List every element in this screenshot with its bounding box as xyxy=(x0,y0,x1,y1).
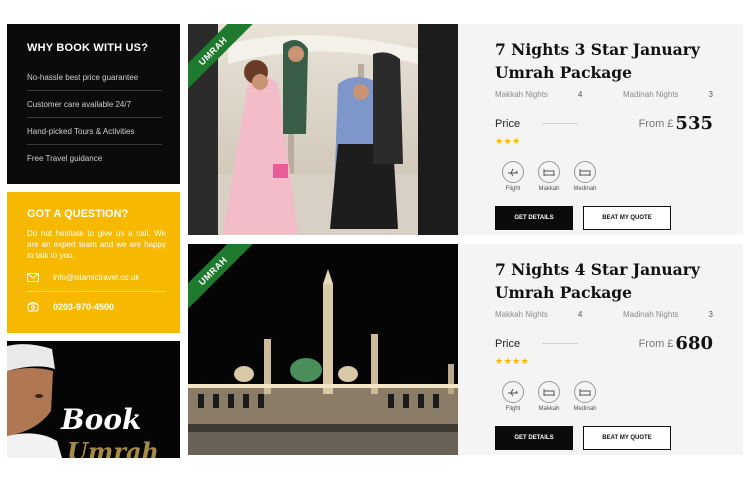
amenity-label: Flight xyxy=(505,186,521,192)
package-title-line-2[interactable]: Umrah Package xyxy=(495,61,713,84)
package-title-line-1[interactable]: 7 Nights 4 Star January xyxy=(495,258,713,281)
price-from: From £ xyxy=(638,337,674,350)
madinah-nights-value: 3 xyxy=(708,90,713,99)
button-row: GET DETAILS BEAT MY QUOTE xyxy=(495,206,713,230)
email-row[interactable]: info@islamictravel.co.uk xyxy=(27,273,166,292)
plane-icon xyxy=(502,161,524,183)
makkah-nights: Makkah Nights 4 xyxy=(495,90,582,99)
amenity-makkah: Makkah xyxy=(531,161,567,192)
makkah-nights-label: Makkah Nights xyxy=(495,90,548,99)
madinah-nights-value: 3 xyxy=(708,310,713,319)
plane-icon xyxy=(502,381,524,403)
mosque-night-image xyxy=(188,244,458,455)
makkah-nights-value: 4 xyxy=(577,310,583,319)
price-row: Price From £ 680 xyxy=(495,333,713,354)
amenity-medinah: Medinah xyxy=(567,381,603,412)
email-link[interactable]: info@islamictravel.co.uk xyxy=(53,273,139,282)
star-rating: ★★★ xyxy=(495,136,521,146)
madinah-nights-label: Madinah Nights xyxy=(622,310,679,319)
package-title[interactable]: 7 Nights 4 Star January Umrah Package xyxy=(495,258,713,304)
amenity-medinah: Medinah xyxy=(567,161,603,192)
beat-my-quote-button[interactable]: BEAT MY QUOTE xyxy=(583,426,671,450)
makkah-nights-label: Makkah Nights xyxy=(495,310,548,319)
why-book-title: WHY BOOK WITH US? xyxy=(27,42,149,54)
phone-row[interactable]: 0203-970-4500 xyxy=(27,301,166,321)
envelope-icon xyxy=(27,273,53,282)
phone-link[interactable]: 0203-970-4500 xyxy=(53,302,114,312)
why-book-panel: WHY BOOK WITH US? No-hassle best price g… xyxy=(7,24,180,184)
bed-icon xyxy=(538,381,560,403)
package-title-line-1[interactable]: 7 Nights 3 Star January xyxy=(495,38,713,61)
why-item: Customer care available 24/7 xyxy=(27,91,162,118)
get-details-button[interactable]: GET DETAILS xyxy=(495,206,573,230)
package-image-2[interactable]: UMRAH xyxy=(188,244,458,455)
amenity-label: Makkah xyxy=(538,406,560,412)
package-image-1[interactable]: UMRAH xyxy=(188,24,458,235)
beat-my-quote-button[interactable]: BEAT MY QUOTE xyxy=(583,206,671,230)
star-rating: ★★★★ xyxy=(495,356,530,366)
package-title-line-2[interactable]: Umrah Package xyxy=(495,281,713,304)
question-text: Do not hesitate to give us a call. We ar… xyxy=(27,229,166,260)
price-divider xyxy=(542,123,579,124)
banner-line-2: Umrah xyxy=(67,437,159,458)
nights-row: Makkah Nights 4 Madinah Nights 3 xyxy=(495,310,713,319)
price-row: Price From £ 535 xyxy=(495,113,713,134)
why-item: No-hassle best price guarantee xyxy=(27,64,162,91)
amenity-label: Medinah xyxy=(573,186,597,192)
amenity-makkah: Makkah xyxy=(531,381,567,412)
amenities: Flight Makkah Medinah xyxy=(495,161,713,192)
mosque-courtyard-image xyxy=(188,24,458,235)
phone-icon xyxy=(27,301,53,312)
madinah-nights: Madinah Nights 3 xyxy=(623,310,713,319)
amenity-label: Medinah xyxy=(573,406,597,412)
price-label: Price xyxy=(495,117,521,130)
price-label: Price xyxy=(495,337,521,350)
amenities: Flight Makkah Medinah xyxy=(495,381,713,412)
price-value: 680 xyxy=(675,333,713,354)
price-divider xyxy=(542,343,579,344)
price-value: 535 xyxy=(675,113,713,134)
nights-row: Makkah Nights 4 Madinah Nights 3 xyxy=(495,90,713,99)
question-title: GOT A QUESTION? xyxy=(27,208,129,220)
why-item: Hand-picked Tours & Activities xyxy=(27,118,162,145)
button-row: GET DETAILS BEAT MY QUOTE xyxy=(495,426,713,450)
pilgrim-image xyxy=(7,341,62,458)
package-title[interactable]: 7 Nights 3 Star January Umrah Package xyxy=(495,38,713,84)
madinah-nights: Madinah Nights 3 xyxy=(623,90,713,99)
bed-icon xyxy=(574,161,596,183)
book-umrah-banner[interactable]: Book Umrah xyxy=(7,341,180,458)
get-details-button[interactable]: GET DETAILS xyxy=(495,426,573,450)
madinah-nights-label: Madinah Nights xyxy=(622,90,679,99)
price-from: From £ xyxy=(638,117,674,130)
amenity-flight: Flight xyxy=(495,381,531,412)
banner-line-1: Book xyxy=(61,403,142,436)
makkah-nights-value: 4 xyxy=(577,90,583,99)
bed-icon xyxy=(574,381,596,403)
why-item: Free Travel guidance xyxy=(27,154,103,163)
package-card-1: 7 Nights 3 Star January Umrah Package Ma… xyxy=(458,24,743,235)
package-card-2: 7 Nights 4 Star January Umrah Package Ma… xyxy=(458,244,743,455)
amenity-flight: Flight xyxy=(495,161,531,192)
bed-icon xyxy=(538,161,560,183)
question-panel: GOT A QUESTION? Do not hesitate to give … xyxy=(7,192,180,333)
page: WHY BOOK WITH US? No-hassle best price g… xyxy=(0,0,750,500)
makkah-nights: Makkah Nights 4 xyxy=(495,310,582,319)
amenity-label: Makkah xyxy=(538,186,560,192)
amenity-label: Flight xyxy=(505,406,521,412)
